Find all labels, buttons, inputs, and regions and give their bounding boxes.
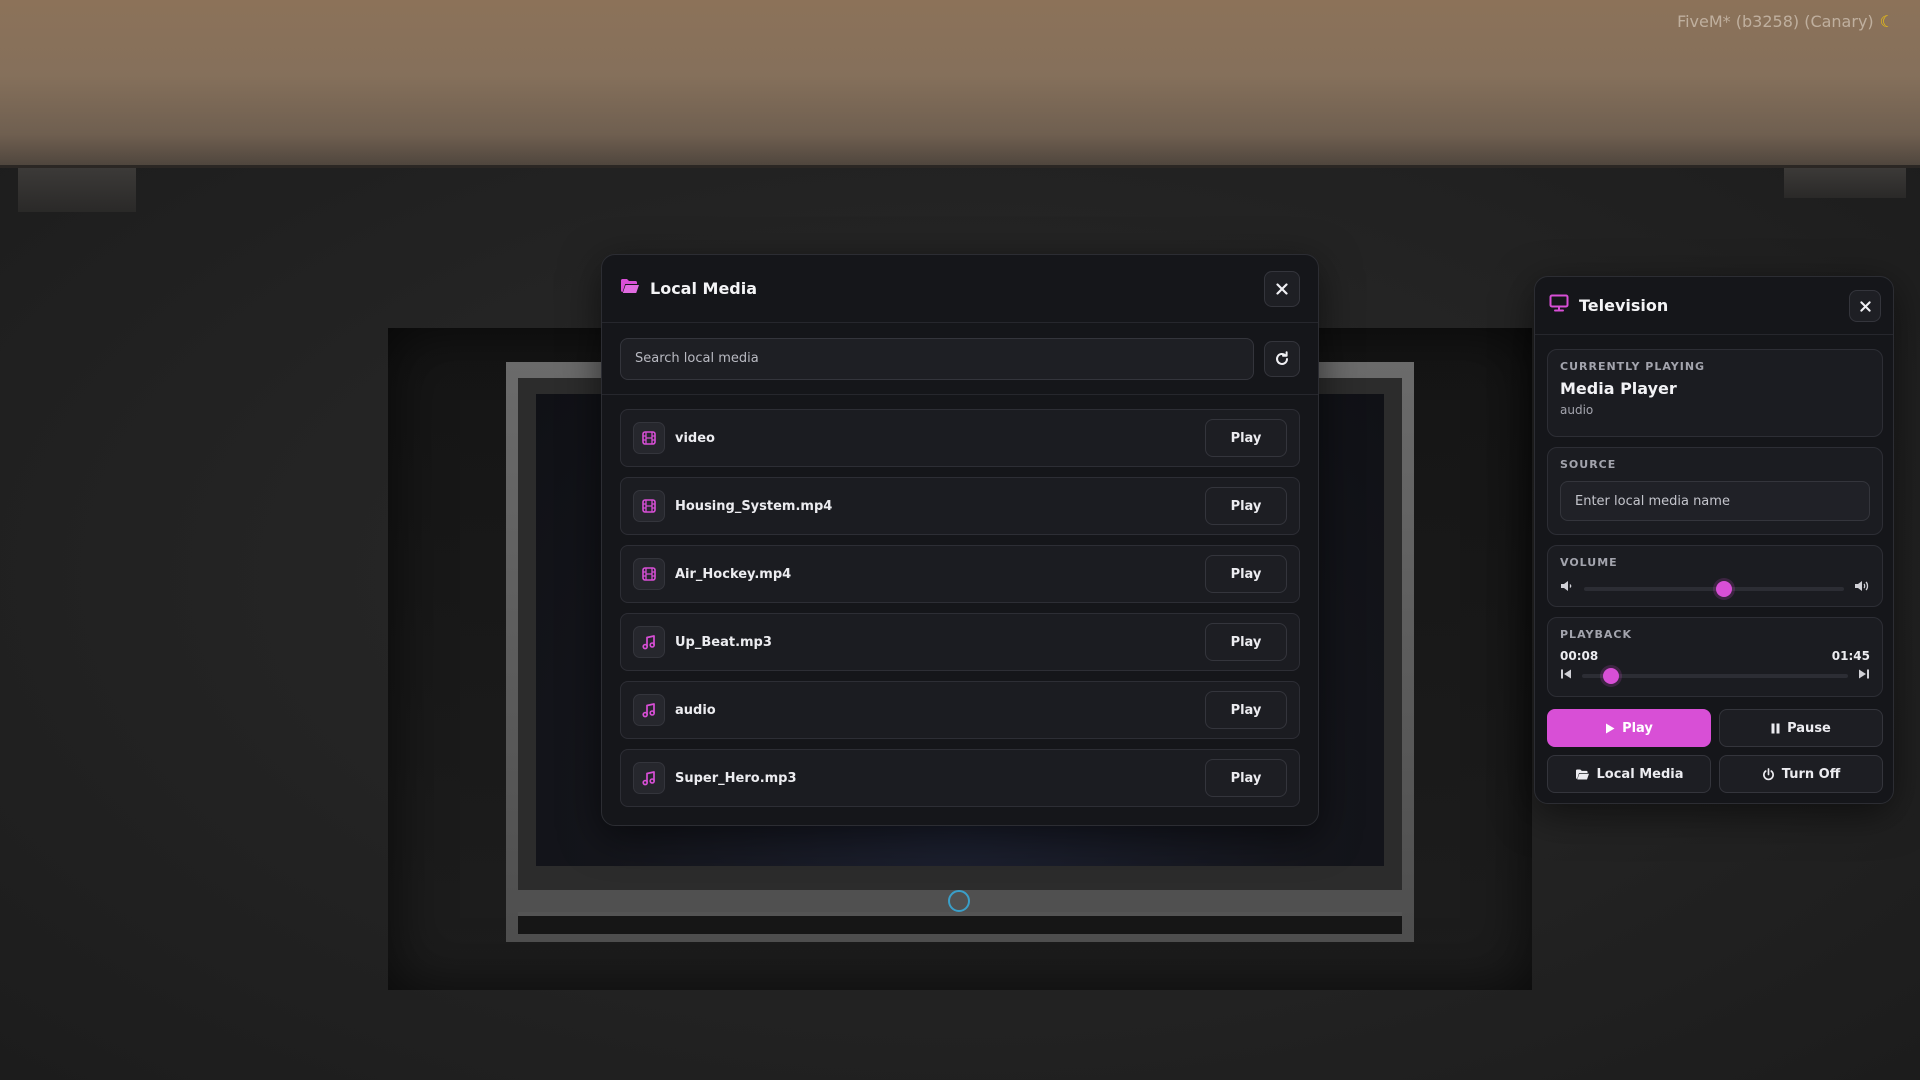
film-icon <box>633 490 665 522</box>
media-play-button[interactable]: Play <box>1205 691 1287 729</box>
close-panel-button[interactable] <box>1849 290 1881 322</box>
folder-open-icon <box>1575 768 1589 780</box>
playback-time-row: 00:08 01:45 <box>1560 649 1870 663</box>
volume-slider-thumb[interactable] <box>1716 580 1733 597</box>
media-name: audio <box>675 702 716 718</box>
media-play-button[interactable]: Play <box>1205 555 1287 593</box>
volume-low-icon[interactable] <box>1560 579 1574 598</box>
close-icon <box>1276 283 1288 295</box>
tv-stand-bar <box>518 912 1402 934</box>
local-media-button[interactable]: Local Media <box>1547 755 1711 793</box>
volume-card: VOLUME <box>1547 545 1883 607</box>
pause-button-label: Pause <box>1787 720 1831 736</box>
playback-slider-row <box>1560 667 1870 685</box>
search-input[interactable] <box>620 337 1254 380</box>
source-label: SOURCE <box>1560 458 1617 471</box>
power-icon <box>1762 767 1774 780</box>
panel-title: Television <box>1579 296 1669 315</box>
panel-header: Television <box>1535 277 1893 335</box>
film-icon <box>633 422 665 454</box>
version-tag: FiveM* (b3258) (Canary) ☾ <box>1677 12 1894 31</box>
close-button[interactable] <box>1264 271 1300 307</box>
volume-slider[interactable] <box>1584 580 1844 597</box>
turn-off-button-label: Turn Off <box>1781 766 1841 782</box>
folder-open-icon <box>620 277 640 300</box>
turn-off-button[interactable]: Turn Off <box>1719 755 1883 793</box>
play-button[interactable]: Play <box>1547 709 1711 747</box>
media-play-button[interactable]: Play <box>1205 759 1287 797</box>
media-play-button[interactable]: Play <box>1205 623 1287 661</box>
music-note-icon <box>633 626 665 658</box>
play-button-label: Play <box>1622 720 1653 736</box>
local-media-button-label: Local Media <box>1596 766 1684 782</box>
refresh-button[interactable] <box>1264 340 1300 377</box>
music-note-icon <box>633 694 665 726</box>
moon-icon: ☾ <box>1879 12 1894 31</box>
television-panel: Television CURRENTLY PLAYING Media Playe… <box>1534 276 1894 804</box>
now-playing-type: audio <box>1560 403 1594 417</box>
media-play-button[interactable]: Play <box>1205 487 1287 525</box>
version-text: FiveM* (b3258) (Canary) <box>1677 12 1874 31</box>
pause-button[interactable]: Pause <box>1719 709 1883 747</box>
film-icon <box>633 558 665 590</box>
media-list-item: Housing_System.mp4 Play <box>620 477 1300 535</box>
modal-header: Local Media <box>602 255 1318 323</box>
ceiling <box>0 0 1920 168</box>
pause-icon <box>1771 723 1780 733</box>
modal-title: Local Media <box>650 279 758 298</box>
current-time: 00:08 <box>1560 649 1599 663</box>
media-name: Air_Hockey.mp4 <box>675 566 792 582</box>
source-input[interactable] <box>1560 481 1870 521</box>
media-name: Up_Beat.mp3 <box>675 634 772 650</box>
playback-slider[interactable] <box>1582 668 1848 684</box>
media-list-item: video Play <box>620 409 1300 467</box>
monitor-icon <box>1549 294 1569 317</box>
refresh-icon <box>1276 350 1288 365</box>
ceiling-light-right <box>1784 168 1906 198</box>
crosshair-icon <box>948 890 970 912</box>
media-list-item: Up_Beat.mp3 Play <box>620 613 1300 671</box>
media-name: Super_Hero.mp3 <box>675 770 797 786</box>
local-media-modal: Local Media video Play Housing_System.mp4 P… <box>601 254 1319 826</box>
search-row <box>602 323 1318 395</box>
playback-label: PLAYBACK <box>1560 628 1632 641</box>
media-list-item: audio Play <box>620 681 1300 739</box>
currently-playing-label: CURRENTLY PLAYING <box>1560 360 1706 373</box>
total-time: 01:45 <box>1831 649 1870 663</box>
volume-label: VOLUME <box>1560 556 1618 569</box>
playback-card: PLAYBACK 00:08 01:45 <box>1547 617 1883 697</box>
ceiling-light-left <box>18 168 136 212</box>
volume-slider-row <box>1560 579 1870 598</box>
playback-slider-thumb[interactable] <box>1603 668 1620 684</box>
media-list-item: Air_Hockey.mp4 Play <box>620 545 1300 603</box>
source-card: SOURCE <box>1547 447 1883 535</box>
play-icon <box>1606 723 1615 733</box>
volume-high-icon[interactable] <box>1854 579 1870 598</box>
skip-back-icon[interactable] <box>1560 667 1572 685</box>
music-note-icon <box>633 762 665 794</box>
media-name: Housing_System.mp4 <box>675 498 833 514</box>
currently-playing-card: CURRENTLY PLAYING Media Player audio <box>1547 349 1883 437</box>
media-play-button[interactable]: Play <box>1205 419 1287 457</box>
close-icon <box>1859 300 1871 312</box>
media-list: video Play Housing_System.mp4 Play Air_Hocke… <box>602 395 1318 807</box>
skip-forward-icon[interactable] <box>1858 667 1870 685</box>
media-list-item: Super_Hero.mp3 Play <box>620 749 1300 807</box>
now-playing-title: Media Player <box>1560 379 1677 398</box>
media-name: video <box>675 430 715 446</box>
